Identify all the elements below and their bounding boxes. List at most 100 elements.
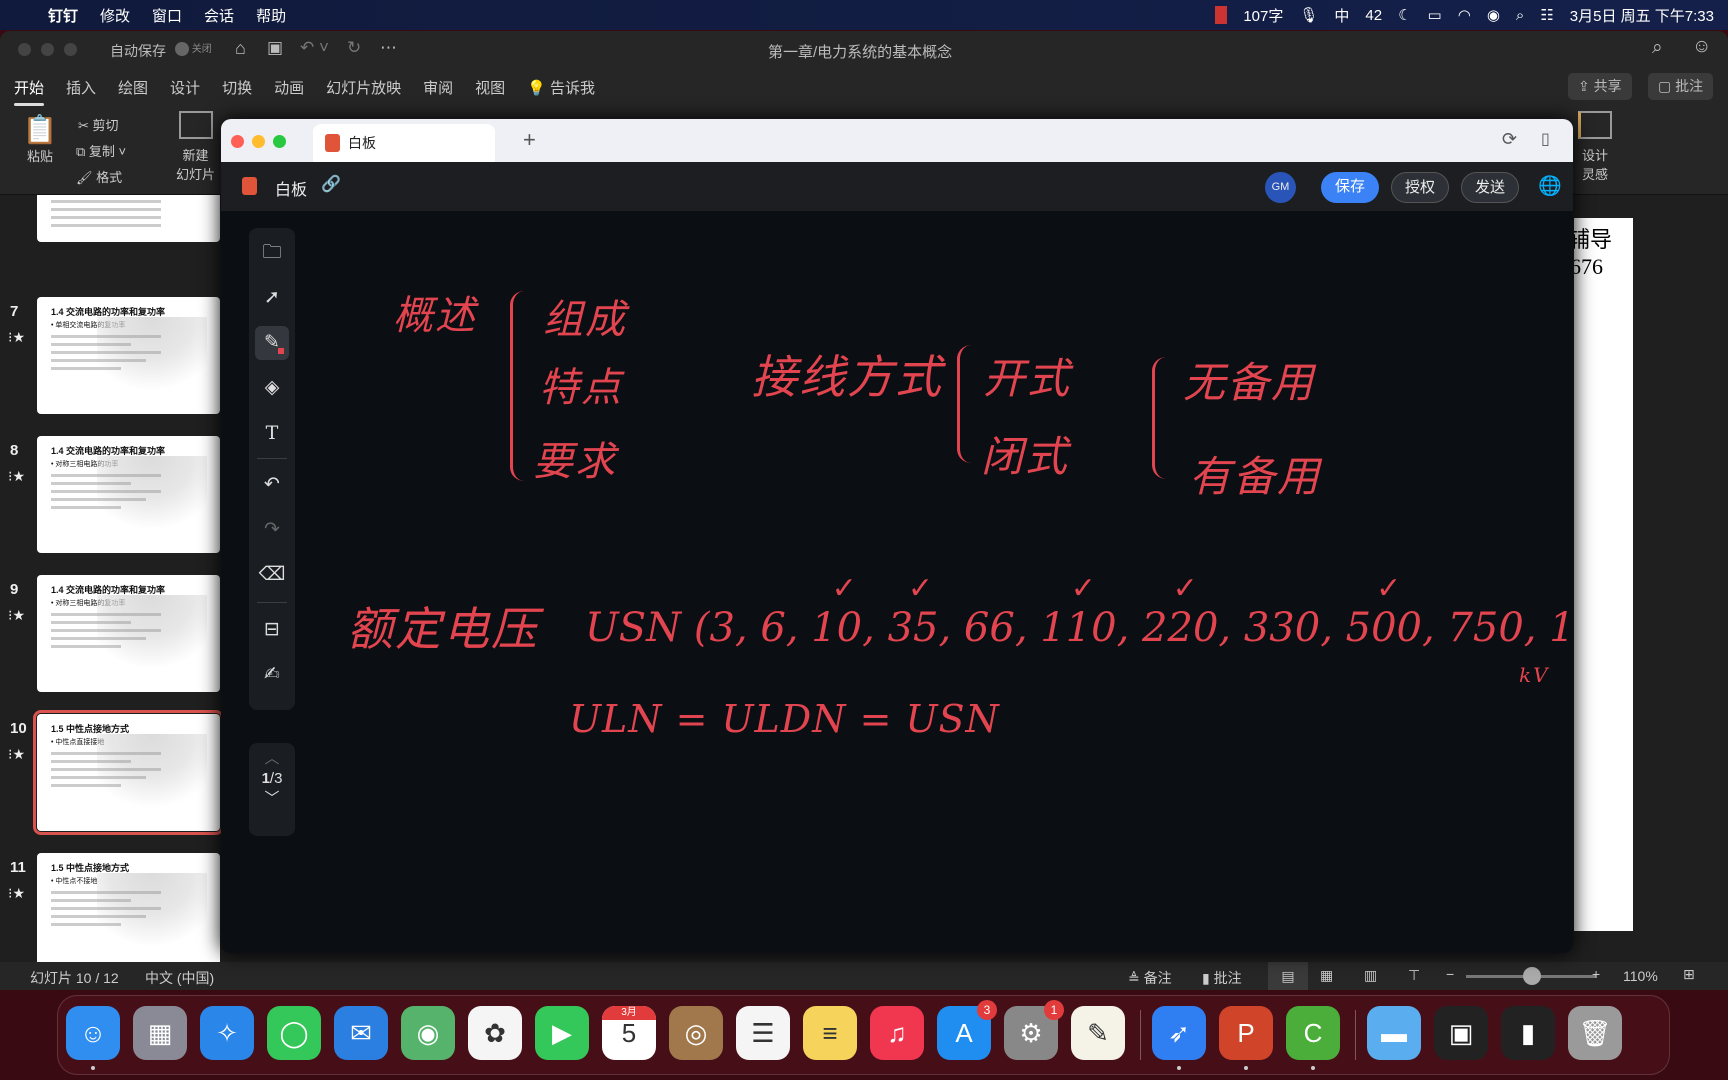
comments-status-button[interactable]: ▮ 批注 xyxy=(1202,968,1242,988)
refresh-icon[interactable]: ⟳ xyxy=(1502,129,1517,150)
menu-item[interactable]: 会话 xyxy=(204,5,234,26)
tab-animations[interactable]: 动画 xyxy=(274,77,304,98)
save-button[interactable]: 保存 xyxy=(1321,172,1379,203)
dock-facetime[interactable]: ▶ xyxy=(535,1006,589,1060)
redo-icon[interactable]: ↷ xyxy=(255,513,289,547)
battery-icon[interactable]: ▭ xyxy=(1428,6,1442,24)
dock-maps[interactable]: ◉ xyxy=(401,1006,455,1060)
dock-photos[interactable]: ✿ xyxy=(468,1006,522,1060)
dock-mail[interactable]: ✉ xyxy=(334,1006,388,1060)
avatar[interactable]: GM xyxy=(1265,172,1296,203)
toolbox-icon[interactable]: ⊟ xyxy=(255,613,289,647)
edit-note-icon[interactable]: ✍ xyxy=(255,658,289,692)
dock-contacts[interactable]: ◎ xyxy=(669,1006,723,1060)
paste-button[interactable]: 📋 粘贴 xyxy=(18,113,62,165)
copy-button[interactable]: ⧉ 复制 ˅ xyxy=(76,141,126,160)
slide-thumbnails[interactable]: 7 ⁝★ 1.4 交流电路的功率和复功率 • 单相交流电路的复功率 8 ⁝★ 1… xyxy=(0,195,222,962)
dock-camtasia[interactable]: C xyxy=(1286,1006,1340,1070)
user-icon[interactable]: ◉ xyxy=(1487,6,1500,24)
zoom-out-button[interactable]: − xyxy=(1446,966,1454,982)
slide-thumbnail[interactable]: 1.5 中性点接地方式 • 中性点不接地 xyxy=(37,853,220,962)
dock-safari[interactable]: ✧ xyxy=(200,1006,254,1060)
cut-button[interactable]: ✂ 剪切 xyxy=(78,115,119,134)
share-button[interactable]: ⇪ 共享 xyxy=(1568,73,1632,100)
format-painter-button[interactable]: 🖌 格式 xyxy=(76,167,122,186)
language[interactable]: 中文 (中国) xyxy=(145,968,214,988)
more-icon[interactable]: ⋯ xyxy=(380,38,397,58)
new-tab-button[interactable]: + xyxy=(523,127,536,153)
close-button[interactable] xyxy=(231,135,244,148)
slide-thumbnail[interactable]: 1.4 交流电路的功率和复功率 • 对称三相电路的功率 xyxy=(37,436,220,553)
dock-reminders[interactable]: ☰ xyxy=(736,1006,790,1060)
dock-window-preview[interactable]: ▣ xyxy=(1434,1006,1488,1060)
slide-thumbnail[interactable]: 1.5 中性点接地方式 • 中性点直接接地 xyxy=(33,710,222,835)
dock-finder[interactable]: ☺ xyxy=(66,1006,120,1070)
dock-calendar[interactable]: 5 3月 xyxy=(602,1006,656,1060)
designer-button[interactable]: 设计 灵感 xyxy=(1578,111,1612,183)
datetime[interactable]: 3月5日 周五 下午7:33 xyxy=(1570,5,1714,26)
slide-canvas[interactable]: 辅导 676 xyxy=(1574,218,1633,931)
zoom-level[interactable]: 110% xyxy=(1623,968,1658,984)
pen-icon[interactable]: ✎ xyxy=(255,326,289,360)
smiley-icon[interactable]: ☺ xyxy=(1692,36,1711,58)
tab-design[interactable]: 设计 xyxy=(170,77,200,98)
comments-button[interactable]: ▢ 批注 xyxy=(1648,73,1714,100)
save-icon[interactable]: ▣ xyxy=(267,38,283,58)
normal-view-icon[interactable]: ▤ xyxy=(1268,962,1308,990)
redo-icon[interactable]: ↻ xyxy=(347,38,361,58)
wifi-icon[interactable]: ◠ xyxy=(1458,6,1471,24)
slide-thumbnail[interactable]: 1.4 交流电路的功率和复功率 • 单相交流电路的复功率 xyxy=(37,297,220,414)
eraser-icon[interactable]: ⌫ xyxy=(255,558,289,592)
zoom-button[interactable] xyxy=(64,43,77,56)
dock-window-preview-2[interactable]: ▮ xyxy=(1501,1006,1555,1060)
send-button[interactable]: 发送 xyxy=(1461,172,1519,203)
home-icon[interactable]: ⌂ xyxy=(235,38,246,59)
dock-folder[interactable]: ▬ xyxy=(1367,1006,1421,1060)
dock-dingtalk[interactable]: ➶ xyxy=(1152,1006,1206,1070)
whiteboard-canvas[interactable]: 概述 组成 特点 要求 接线方式 开式 闭式 无备用 有备用 额定电压 USN … xyxy=(221,211,1573,953)
undo-icon[interactable]: ↶ ˅ xyxy=(300,38,329,58)
undo-icon[interactable]: ↶ xyxy=(255,468,289,502)
menu-item[interactable]: 修改 xyxy=(100,5,130,26)
word-count[interactable]: 107字 xyxy=(1243,5,1283,26)
menu-item[interactable]: 帮助 xyxy=(256,5,286,26)
slide-thumbnail-partial[interactable] xyxy=(37,195,220,242)
zoom-slider[interactable] xyxy=(1466,967,1596,985)
tab-transitions[interactable]: 切换 xyxy=(222,77,252,98)
mic-icon[interactable]: 🎙 xyxy=(1299,6,1318,24)
globe-icon[interactable]: 🌐 xyxy=(1538,174,1562,198)
reading-view-icon[interactable]: ▥ xyxy=(1364,967,1377,984)
fit-slide-icon[interactable]: ⊞ xyxy=(1683,966,1695,983)
search-icon[interactable]: ⌕ xyxy=(1652,37,1663,59)
select-arrow-icon[interactable]: ➚ xyxy=(255,281,289,315)
page-down-icon[interactable]: ﹀ xyxy=(249,787,295,808)
authorize-button[interactable]: 授权 xyxy=(1391,172,1449,203)
tab-review[interactable]: 审阅 xyxy=(423,77,453,98)
menu-item[interactable]: 窗口 xyxy=(152,5,182,26)
text-icon[interactable]: T xyxy=(255,416,289,450)
whiteboard-title[interactable]: 白板 xyxy=(275,176,307,200)
minimize-button[interactable] xyxy=(252,135,265,148)
dock-system-preferences[interactable]: ⚙ 1 xyxy=(1004,1000,1064,1060)
zoom-in-button[interactable]: + xyxy=(1592,966,1600,982)
tab-view[interactable]: 视图 xyxy=(475,77,505,98)
search-icon[interactable]: ⌕ xyxy=(1516,7,1524,24)
slide-thumbnail[interactable]: 1.4 交流电路的功率和复功率 • 对称三相电路的复功率 xyxy=(37,575,220,692)
close-button[interactable] xyxy=(18,43,31,56)
shapes-icon[interactable]: ◈ xyxy=(255,371,289,405)
sorter-view-icon[interactable]: ▦ xyxy=(1320,967,1333,984)
control-center-icon[interactable]: ☷ xyxy=(1540,6,1553,24)
tab-tell-me[interactable]: 💡 告诉我 xyxy=(527,77,595,98)
dock-music[interactable]: ♫ xyxy=(870,1006,924,1060)
history-icon[interactable]: ▯ xyxy=(1541,129,1550,149)
moon-icon[interactable]: ☾ xyxy=(1398,6,1411,24)
whiteboard-tab[interactable]: 白板 xyxy=(313,124,495,162)
link-icon[interactable]: 🔗 xyxy=(321,174,341,194)
dock-powerpoint[interactable]: P xyxy=(1219,1006,1273,1070)
new-folder-icon[interactable]: 🗀 xyxy=(255,236,289,270)
zoom-button[interactable] xyxy=(273,135,286,148)
dock-textedit[interactable]: ✎ xyxy=(1071,1006,1125,1060)
tab-slideshow[interactable]: 幻灯片放映 xyxy=(326,77,401,98)
notes-button[interactable]: ≜ 备注 xyxy=(1128,968,1172,988)
slideshow-view-icon[interactable]: ⊤ xyxy=(1408,967,1420,984)
